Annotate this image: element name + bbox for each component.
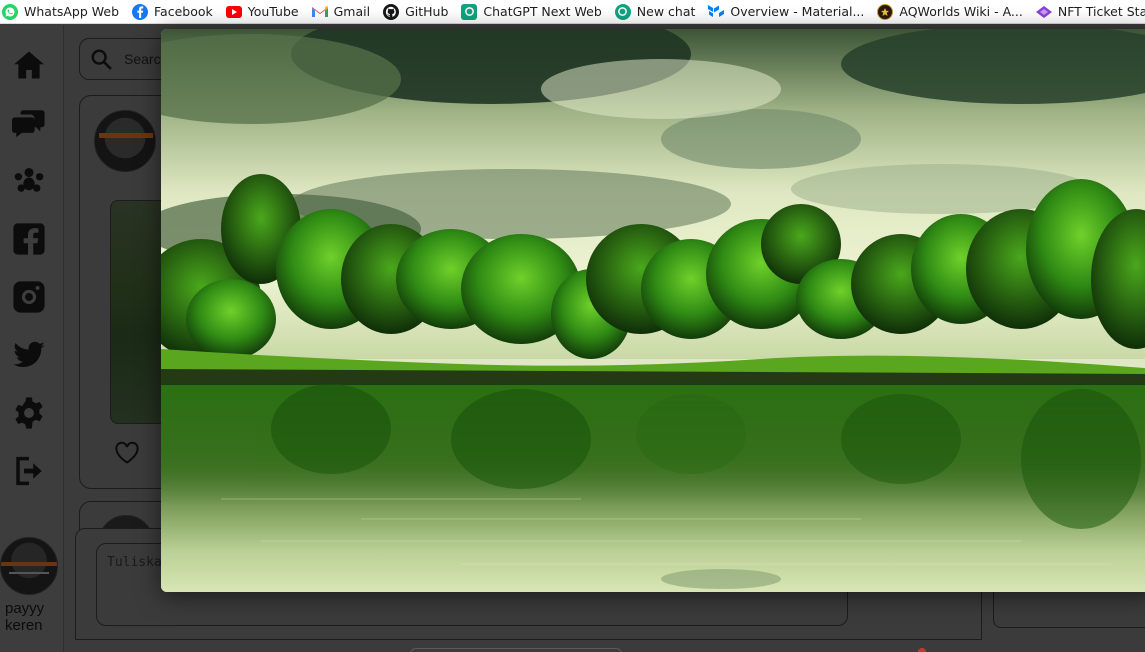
bookmark-material-ui[interactable]: Overview - Material...	[708, 2, 870, 22]
material-ui-icon	[708, 4, 725, 20]
bookmark-chatgpt-next-web[interactable]: ChatGPT Next Web	[461, 2, 607, 22]
gmail-icon	[311, 4, 328, 20]
home-icon	[14, 51, 44, 79]
sidebar-item-twitter[interactable]	[11, 337, 47, 373]
bookmarks-bar: WhatsApp Web Facebook YouTube Gmail GitH…	[0, 0, 1145, 24]
bookmark-aqworlds[interactable]: AQWorlds Wiki - A...	[877, 2, 1028, 22]
bookmark-github[interactable]: GitHub	[383, 2, 454, 22]
twitter-icon	[13, 341, 45, 368]
bookmark-youtube[interactable]: YouTube	[225, 2, 305, 22]
bookmark-whatsapp[interactable]: WhatsApp Web	[2, 2, 125, 22]
settings-icon	[15, 397, 43, 429]
bookmark-label: New chat	[636, 4, 696, 19]
facebook-icon	[13, 223, 45, 255]
taskbar-item	[410, 648, 622, 652]
bookmark-label: Facebook	[154, 4, 213, 19]
profile-avatar[interactable]	[0, 537, 58, 595]
bookmark-label: AQWorlds Wiki - A...	[899, 4, 1023, 19]
sidebar-item-logout[interactable]	[11, 453, 47, 489]
bookmark-label: NFT Ticket Staging	[1057, 4, 1145, 19]
chatgpt-icon	[461, 3, 478, 20]
sidebar-item-facebook[interactable]	[11, 221, 47, 257]
taskbar-indicator	[918, 648, 926, 652]
openai-icon	[614, 3, 631, 20]
community-icon	[14, 167, 44, 192]
lightbox-image	[161, 29, 1145, 592]
profile-name: payyy keren	[5, 600, 45, 634]
bookmark-label: ChatGPT Next Web	[483, 4, 602, 19]
bookmark-label: GitHub	[405, 4, 449, 19]
nft-icon	[1035, 4, 1052, 20]
image-lightbox[interactable]	[161, 29, 1145, 592]
bookmark-label: WhatsApp Web	[24, 4, 120, 19]
sidebar-item-community[interactable]	[11, 163, 47, 199]
aqworlds-icon	[877, 3, 894, 20]
whatsapp-icon	[2, 3, 18, 20]
bookmark-facebook[interactable]: Facebook	[132, 2, 219, 22]
search-icon	[91, 49, 112, 70]
left-sidebar: payyy keren	[0, 25, 64, 652]
bookmark-nft-ticket[interactable]: NFT Ticket Staging	[1035, 2, 1145, 22]
sidebar-item-chat[interactable]	[11, 105, 47, 141]
sidebar-item-settings[interactable]	[11, 395, 47, 431]
logout-icon	[16, 456, 42, 486]
youtube-icon	[225, 5, 242, 18]
bookmark-new-chat[interactable]: New chat	[614, 2, 702, 22]
sidebar-item-instagram[interactable]	[11, 279, 47, 315]
instagram-icon	[13, 281, 45, 313]
bookmark-gmail[interactable]: Gmail	[311, 2, 376, 22]
github-icon	[383, 3, 400, 20]
chat-icon	[12, 110, 45, 138]
bookmark-label: YouTube	[247, 4, 299, 19]
post-author-avatar[interactable]	[94, 110, 156, 172]
facebook-icon	[132, 3, 149, 20]
heart-icon	[115, 441, 139, 464]
bookmark-label: Gmail	[333, 4, 371, 19]
bookmark-label: Overview - Material...	[730, 4, 865, 19]
like-button[interactable]	[114, 441, 140, 465]
sidebar-item-home[interactable]	[11, 47, 47, 83]
